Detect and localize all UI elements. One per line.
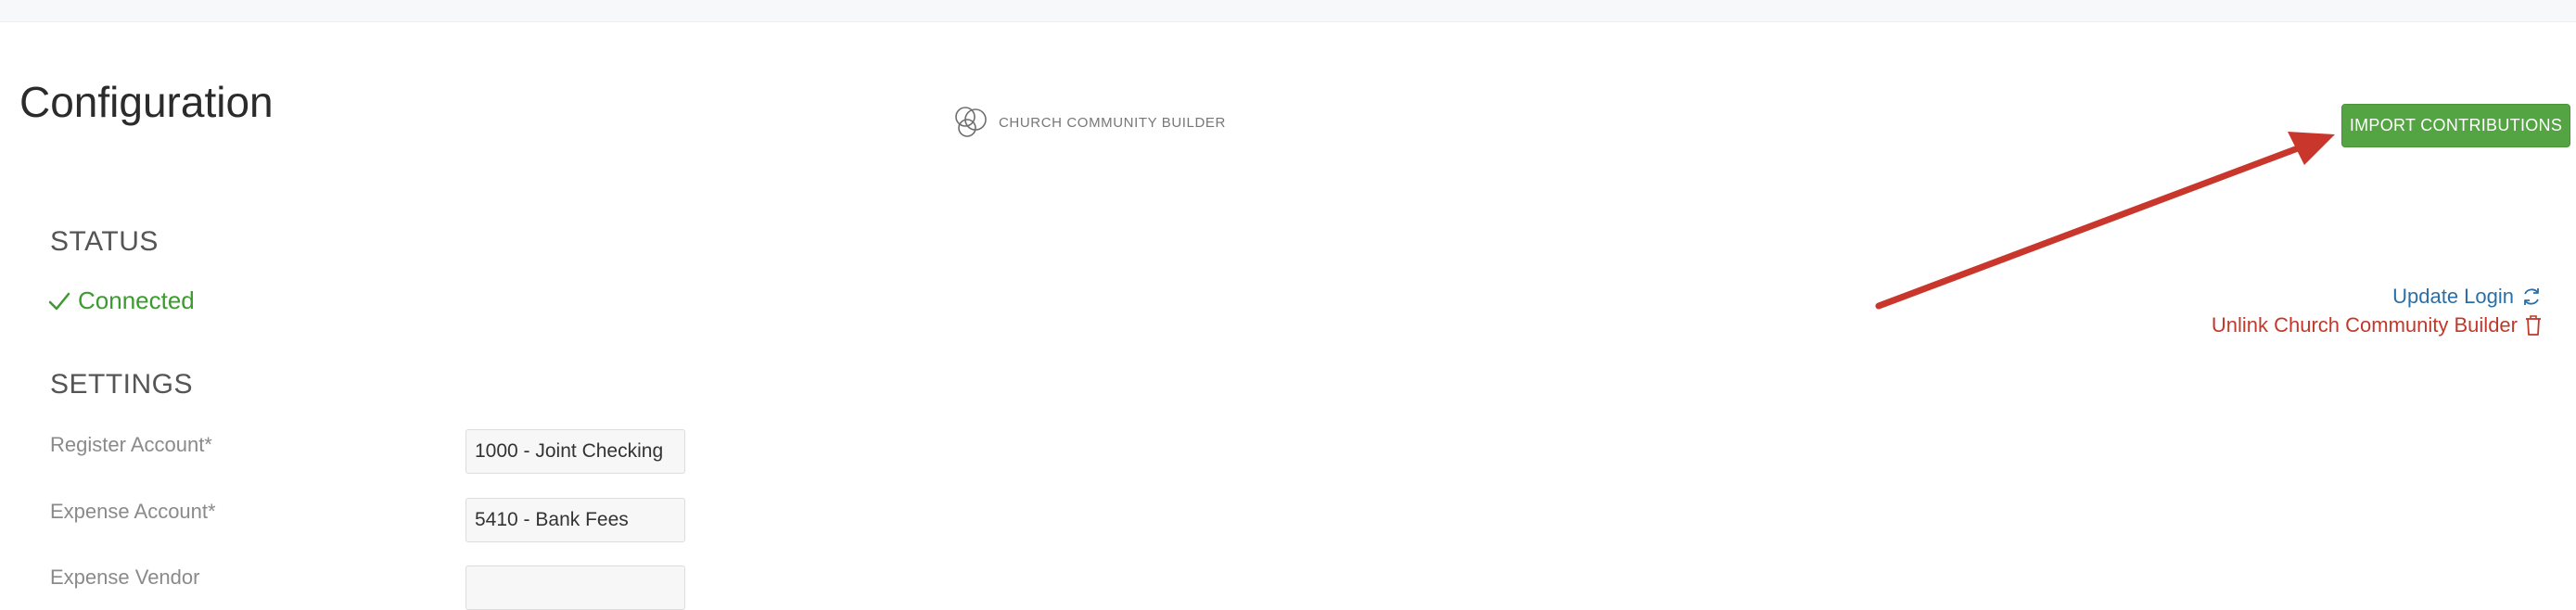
church-community-builder-logo: CHURCH COMMUNITY BUILDER: [952, 104, 1226, 141]
page-title: Configuration: [19, 78, 274, 126]
logo-text: CHURCH COMMUNITY BUILDER: [999, 114, 1226, 131]
connection-status: Connected: [48, 286, 195, 315]
status-heading: STATUS: [50, 226, 159, 257]
refresh-icon: [2520, 286, 2543, 308]
trash-icon: [2524, 314, 2543, 337]
update-login-label: Update Login: [2392, 285, 2514, 308]
expense-account-label: Expense Account*: [50, 500, 216, 523]
register-account-label: Register Account*: [50, 433, 212, 456]
annotation-arrow: [1875, 132, 2335, 310]
interlocking-circles-logo-icon: [955, 107, 987, 137]
check-icon: [48, 291, 70, 311]
update-login-link[interactable]: Update Login: [2392, 285, 2543, 309]
unlink-label: Unlink Church Community Builder: [2211, 313, 2518, 337]
unlink-integration-link[interactable]: Unlink Church Community Builder: [2212, 313, 2543, 337]
settings-heading: SETTINGS: [50, 369, 194, 400]
top-bar: [0, 0, 2576, 22]
expense-vendor-label: Expense Vendor: [50, 566, 200, 589]
import-contributions-button[interactable]: IMPORT CONTRIBUTIONS: [2341, 104, 2570, 147]
register-account-select[interactable]: 1000 - Joint Checking: [465, 429, 685, 474]
connection-status-text: Connected: [78, 286, 195, 314]
expense-vendor-select[interactable]: [465, 566, 685, 610]
expense-account-select[interactable]: 5410 - Bank Fees: [465, 498, 685, 542]
